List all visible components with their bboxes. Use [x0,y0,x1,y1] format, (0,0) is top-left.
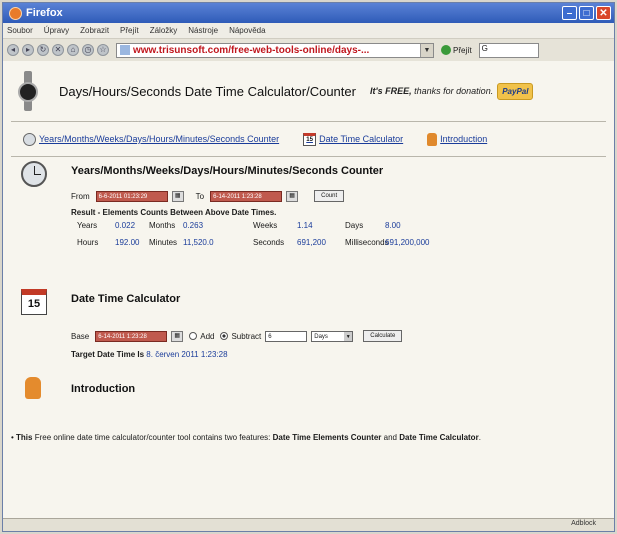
menu-view[interactable]: Zobrazit [80,26,109,35]
menu-go[interactable]: Přejít [120,26,139,35]
nav-link-introduction[interactable]: Introduction [427,132,487,146]
calculator-title: Date Time Calculator [71,293,181,305]
calendar-picker-icon[interactable]: ▦ [286,190,299,202]
minimize-button[interactable]: – [562,6,577,20]
seconds-value: 691,200 [297,238,326,247]
subtract-radio[interactable] [220,332,229,340]
firefox-icon [9,6,22,20]
stop-icon[interactable]: ✕ [52,44,64,56]
introduction-section: Introduction [3,375,614,415]
months-label: Months [149,221,176,230]
counter-title: Years/Months/Weeks/Days/Hours/Minutes/Se… [71,165,384,177]
from-label: From [71,191,90,201]
title-bar: Firefox – □ ✕ [3,3,614,23]
introduction-title: Introduction [71,383,136,395]
calendar-picker-icon[interactable]: ▦ [171,330,184,342]
to-date-input[interactable]: 6-14-2011 1:23:28 [210,190,283,202]
counter-section: Years/Months/Weeks/Days/Hours/Minutes/Se… [3,157,614,285]
favicon-icon [120,45,130,55]
introduction-text: • This Free online date time calculator/… [11,433,481,442]
page-header: Days/Hours/Seconds Date Time Calculator/… [3,61,614,121]
navigation-toolbar: ◂ ▸ ↻ ✕ ⌂ ◷ ☆ www.trisunsoft.com/free-we… [3,39,614,62]
window-title: Firefox [26,7,63,19]
counter-inputs: From 6-6-2011 01:23:29 ▦ To 6-14-2011 1:… [71,187,614,205]
nav-link-calculator[interactable]: 15 Date Time Calculator [303,132,403,146]
milliseconds-label: Milliseconds [345,238,389,247]
url-text: www.trisunsoft.com/free-web-tools-online… [133,44,370,56]
target-result: Target Date Time Is 8. červen 2011 1:23:… [71,350,228,359]
calculate-button[interactable]: Calculate [363,330,403,342]
browser-window: Firefox – □ ✕ Soubor Úpravy Zobrazit Pře… [2,2,615,532]
pointing-hand-icon [427,132,438,146]
history-icon[interactable]: ◷ [82,44,94,56]
menu-help[interactable]: Nápověda [229,26,265,35]
nav-link-counter[interactable]: Years/Months/Weeks/Days/Hours/Minutes/Se… [23,132,279,146]
free-note: It's FREE, thanks for donation. [369,86,494,96]
menu-bookmarks[interactable]: Záložky [150,26,178,35]
maximize-button[interactable]: □ [579,6,594,20]
hours-value: 192.00 [115,238,140,247]
forward-icon[interactable]: ▸ [22,44,34,56]
page-title: Days/Hours/Seconds Date Time Calculator/… [59,83,356,99]
menu-tools[interactable]: Nástroje [188,26,218,35]
minutes-value: 11,520.0 [183,238,214,247]
menu-file[interactable]: Soubor [7,26,33,35]
from-date-input[interactable]: 6-6-2011 01:23:29 [95,190,168,202]
minutes-label: Minutes [149,238,178,247]
window-controls: – □ ✕ [562,6,614,20]
go-button[interactable]: Přejít [441,45,472,55]
days-value: 8.00 [385,221,401,230]
adblock-status[interactable]: Adblock [571,520,596,527]
calendar-icon: 15 [303,132,317,146]
base-label: Base [71,331,90,341]
calendar-icon: 15 [21,289,47,315]
clock-icon [23,132,36,146]
address-bar[interactable]: www.trisunsoft.com/free-web-tools-online… [116,42,434,58]
close-button[interactable]: ✕ [596,6,611,20]
unit-select[interactable]: Days ▼ [311,330,354,342]
base-date-input[interactable]: 6-14-2011 1:23:28 [95,330,168,342]
add-label: Add [200,331,215,341]
page-content: Days/Hours/Seconds Date Time Calculator/… [3,61,614,519]
menu-edit[interactable]: Úpravy [44,26,69,35]
paypal-donate-button[interactable]: PayPal [497,82,534,100]
search-input[interactable]: G [478,42,539,58]
chevron-down-icon[interactable]: ▼ [420,43,433,57]
bookmark-icon[interactable]: ☆ [97,44,109,56]
weeks-label: Weeks [253,221,278,230]
wristwatch-icon [17,71,39,111]
reload-icon[interactable]: ↻ [37,44,49,56]
years-label: Years [77,221,98,230]
to-label: To [195,191,205,201]
calculator-section: 15 Date Time Calculator Base 6-14-2011 1… [3,285,614,375]
hours-label: Hours [77,238,99,247]
seconds-label: Seconds [253,238,285,247]
milliseconds-value: 691,200,000 [385,238,430,247]
target-value: 8. červen 2011 1:23:28 [146,350,228,359]
years-value: 0.022 [115,221,136,230]
go-icon [441,45,451,55]
home-icon[interactable]: ⌂ [67,44,79,56]
amount-input[interactable]: 6 [265,330,308,342]
calendar-picker-icon[interactable]: ▦ [171,190,184,202]
count-button[interactable]: Count [314,190,345,202]
weeks-value: 1.14 [297,221,313,230]
add-radio[interactable] [189,332,198,340]
months-value: 0.263 [183,221,204,230]
pointing-hand-icon [25,377,41,399]
back-icon[interactable]: ◂ [7,44,19,56]
calculator-inputs: Base 6-14-2011 1:23:28 ▦ Add Subtract 6 … [71,327,614,345]
result-grid: Years 0.022 Months 0.263 Weeks 1.14 Days… [71,221,614,247]
chevron-down-icon: ▼ [344,331,353,341]
section-nav: Years/Months/Weeks/Days/Hours/Minutes/Se… [3,122,614,156]
status-bar: Adblock [3,518,614,531]
days-label: Days [345,221,364,230]
subtract-label: Subtract [231,331,262,341]
result-title: Result - Elements Counts Between Above D… [71,208,277,217]
menu-bar: Soubor Úpravy Zobrazit Přejít Záložky Ná… [3,23,614,39]
clock-icon [21,161,47,187]
